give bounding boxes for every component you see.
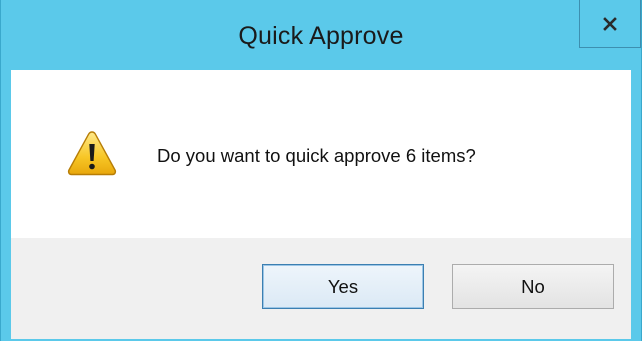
dialog-message: Do you want to quick approve 6 items? [157,145,476,166]
dialog-title: Quick Approve [238,22,404,50]
message-area: Do you want to quick approve 6 items? [11,70,631,238]
warning-icon [67,130,117,176]
dialog-body: Do you want to quick approve 6 items? Ye… [11,70,631,341]
close-button[interactable] [579,0,641,48]
close-icon [602,16,618,32]
dialog-window: Quick Approve Do you want to quick appro… [0,0,642,341]
button-bar: Yes No [11,238,631,341]
yes-button[interactable]: Yes [262,264,424,309]
title-bar[interactable]: Quick Approve [1,0,641,70]
no-button[interactable]: No [452,264,614,309]
